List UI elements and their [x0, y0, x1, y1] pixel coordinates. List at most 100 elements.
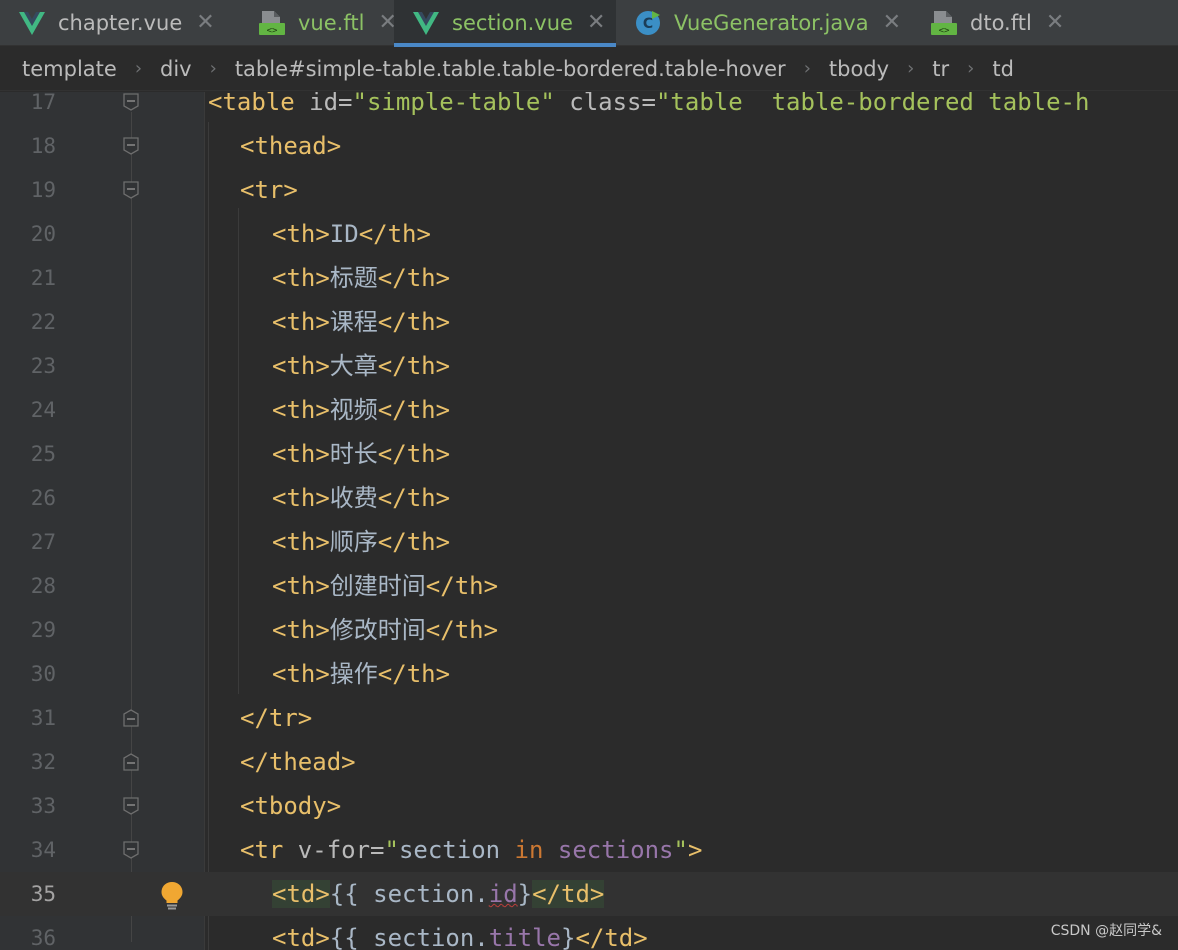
line-number: 32	[30, 750, 56, 774]
code-text: <th>ID</th>	[272, 220, 431, 248]
code-line[interactable]: 30 <th>操作</th>	[0, 652, 1178, 696]
breadcrumb-item-div[interactable]: div	[160, 57, 192, 81]
line-number: 22	[30, 310, 56, 334]
chevron-right-icon: ›	[134, 58, 143, 79]
fold-close-icon[interactable]	[121, 752, 141, 772]
breadcrumb-item-table[interactable]: table#simple-table.table.table-bordered.…	[235, 57, 786, 81]
line-number: 29	[30, 618, 56, 642]
tab-dto-ftl[interactable]: <> dto.ftl ✕	[912, 0, 1064, 46]
freemarker-file-icon: <>	[258, 9, 286, 37]
chevron-right-icon: ›	[209, 58, 217, 79]
tab-chapter-vue[interactable]: chapter.vue ✕	[0, 0, 240, 46]
line-number: 23	[30, 354, 56, 378]
code-text: <td>{{ section.id}</td>	[272, 880, 605, 908]
breadcrumb: template › div › table#simple-table.tabl…	[0, 47, 1178, 91]
breadcrumb-item-template[interactable]: template	[22, 57, 117, 81]
close-icon[interactable]: ✕	[587, 12, 605, 34]
code-line[interactable]: 24 <th>视频</th>	[0, 388, 1178, 432]
line-number: 21	[30, 266, 56, 290]
code-editor[interactable]: 17 <table id="simple-table" class="table…	[0, 92, 1178, 950]
fold-close-icon[interactable]	[121, 708, 141, 728]
tab-vuegenerator-java[interactable]: C VueGenerator.java ✕	[616, 0, 912, 46]
code-line[interactable]: 23 <th>大章</th>	[0, 344, 1178, 388]
breadcrumb-item-td[interactable]: td	[992, 57, 1014, 81]
chevron-right-icon: ›	[907, 58, 915, 79]
code-line[interactable]: 19 <tr>	[0, 168, 1178, 212]
code-text: <tbody>	[240, 792, 342, 820]
code-text: <th>修改时间</th>	[272, 616, 499, 644]
vue-icon	[412, 9, 440, 37]
line-number: 36	[30, 926, 56, 950]
fold-open-icon[interactable]	[121, 796, 141, 816]
tab-vue-ftl[interactable]: <> vue.ftl ✕	[240, 0, 397, 46]
code-text: <th>课程</th>	[272, 308, 451, 336]
tab-label: vue.ftl	[298, 11, 365, 35]
code-text: <tr>	[240, 176, 298, 204]
line-number: 19	[30, 178, 56, 202]
code-line[interactable]: 17 <table id="simple-table" class="table…	[0, 92, 1178, 124]
svg-text:<>: <>	[939, 26, 950, 36]
line-number: 35	[30, 882, 56, 906]
code-line[interactable]: 36 <td>{{ section.title}</td>	[0, 916, 1178, 950]
code-line-current[interactable]: 35 <td>{{ section.id}</td>	[0, 872, 1178, 916]
line-number: 27	[30, 530, 56, 554]
fold-open-icon[interactable]	[121, 180, 141, 200]
lightbulb-icon[interactable]	[159, 880, 185, 910]
tab-label: chapter.vue	[58, 11, 183, 35]
tab-label: VueGenerator.java	[674, 11, 869, 35]
code-text: </thead>	[240, 748, 356, 776]
tab-label: section.vue	[452, 11, 573, 35]
code-line[interactable]: 18 <thead>	[0, 124, 1178, 168]
line-number: 17	[30, 92, 56, 114]
code-line[interactable]: 34 <tr v-for="section in sections">	[0, 828, 1178, 872]
code-line[interactable]: 22 <th>课程</th>	[0, 300, 1178, 344]
freemarker-file-icon: <>	[930, 9, 958, 37]
line-number: 24	[30, 398, 56, 422]
code-text: <tr v-for="section in sections">	[240, 836, 703, 864]
code-text: <th>创建时间</th>	[272, 572, 499, 600]
code-line[interactable]: 29 <th>修改时间</th>	[0, 608, 1178, 652]
close-icon[interactable]: ✕	[196, 12, 214, 34]
code-text: <th>视频</th>	[272, 396, 451, 424]
code-line[interactable]: 28 <th>创建时间</th>	[0, 564, 1178, 608]
watermark: CSDN @赵同学&	[1050, 923, 1162, 939]
fold-open-icon[interactable]	[121, 136, 141, 156]
code-line[interactable]: 27 <th>顺序</th>	[0, 520, 1178, 564]
editor-tab-bar: chapter.vue ✕ <> vue.ftl ✕ section.vue ✕…	[0, 0, 1178, 47]
breadcrumb-item-tbody[interactable]: tbody	[829, 57, 889, 81]
code-text: <th>大章</th>	[272, 352, 451, 380]
close-icon[interactable]: ✕	[1046, 12, 1064, 34]
code-line[interactable]: 32 </thead>	[0, 740, 1178, 784]
chevron-right-icon: ›	[803, 58, 811, 79]
code-text: <td>{{ section.title}</td>	[272, 924, 648, 950]
code-text: <thead>	[240, 132, 342, 160]
code-text: <th>顺序</th>	[272, 528, 451, 556]
fold-open-icon[interactable]	[121, 92, 141, 112]
svg-text:<>: <>	[267, 26, 278, 36]
code-line[interactable]: 20 <th>ID</th>	[0, 212, 1178, 256]
line-number: 31	[30, 706, 56, 730]
close-icon[interactable]: ✕	[883, 12, 901, 34]
code-text: <th>操作</th>	[272, 660, 451, 688]
code-text: <th>时长</th>	[272, 440, 451, 468]
breadcrumb-item-tr[interactable]: tr	[932, 57, 949, 81]
fold-open-icon[interactable]	[121, 840, 141, 860]
line-number: 26	[30, 486, 56, 510]
code-line[interactable]: 21 <th>标题</th>	[0, 256, 1178, 300]
code-text: </tr>	[240, 704, 313, 732]
line-number: 30	[30, 662, 56, 686]
svg-text:C: C	[643, 16, 653, 32]
code-line[interactable]: 26 <th>收费</th>	[0, 476, 1178, 520]
tab-section-vue[interactable]: section.vue ✕	[394, 0, 616, 47]
java-class-icon: C	[634, 9, 662, 37]
line-number: 34	[30, 838, 56, 862]
tab-label: dto.ftl	[970, 11, 1032, 35]
line-number: 20	[30, 222, 56, 246]
chevron-right-icon: ›	[967, 58, 975, 79]
code-text: <table id="simple-table" class="table ta…	[208, 92, 1090, 116]
code-line[interactable]: 25 <th>时长</th>	[0, 432, 1178, 476]
code-text: <th>标题</th>	[272, 264, 451, 292]
code-line[interactable]: 31 </tr>	[0, 696, 1178, 740]
code-line[interactable]: 33 <tbody>	[0, 784, 1178, 828]
line-number: 25	[30, 442, 56, 466]
